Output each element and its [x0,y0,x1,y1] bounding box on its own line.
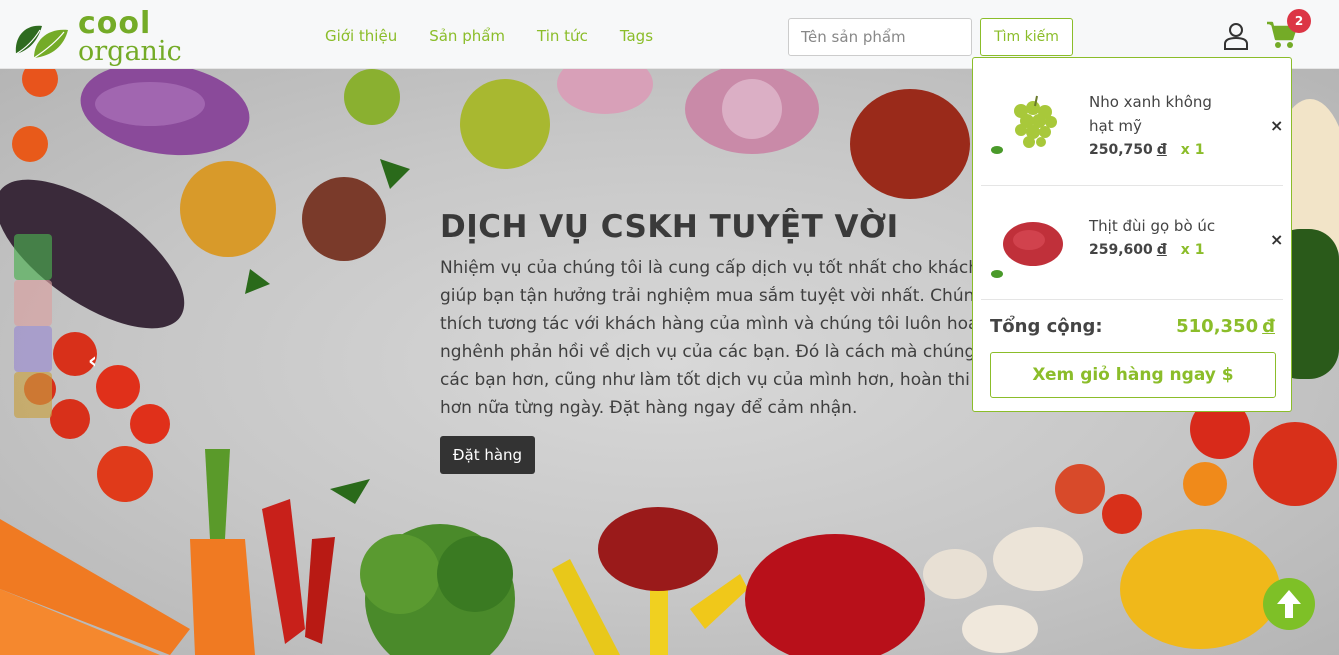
leaf-logo-icon [15,25,68,59]
cart-item-price: 250,750 đ x 1 [1089,142,1204,158]
cart-item-currency: đ [1156,142,1167,158]
order-button[interactable]: Đặt hàng [440,436,535,474]
cart-item-price-value: 250,750 [1089,142,1153,158]
cart-item-qty: x 1 [1180,242,1205,258]
side-icon-2[interactable] [14,280,52,326]
hero-description: Nhiệm vụ của chúng tôi là cung cấp dịch … [440,258,986,418]
side-icon-1[interactable] [14,234,52,280]
grapes-thumbnail [991,95,1057,154]
carousel-prev-arrow[interactable]: ‹ [88,349,97,374]
cart-item-currency: đ [1156,242,1167,258]
cart-item: Nho xanh không hạt mỹ 250,750 đ x 1 × [981,60,1283,186]
remove-item-button[interactable]: × [1270,116,1283,135]
cart-total-value: 510,350 đ [1176,316,1275,337]
cart-item-price: 259,600 đ x 1 [1089,242,1204,258]
nav-products[interactable]: Sản phẩm [429,27,505,45]
back-to-top-button[interactable] [1263,578,1315,630]
cart-item-price-value: 259,600 [1089,242,1153,258]
cart-item-name[interactable]: Nho xanh không hạt mỹ [1089,90,1239,138]
side-category-icons [14,234,52,418]
beef-thumbnail [991,222,1063,278]
side-icon-3[interactable] [14,326,52,372]
nav-about[interactable]: Giới thiệu [325,27,397,45]
cart-item: Thịt đùi gọ bò úc 259,600 đ x 1 × [981,186,1283,300]
logo-line1: cool [78,6,152,41]
logo-line2: organic [78,35,182,67]
nav-news[interactable]: Tin tức [537,27,588,45]
main-nav: Giới thiệu Sản phẩm Tin tức Tags [325,27,685,45]
remove-item-button[interactable]: × [1270,230,1283,249]
search-button[interactable]: Tìm kiếm [980,18,1073,56]
cart-item-qty: x 1 [1180,142,1205,158]
search-input[interactable] [788,18,972,56]
logo[interactable]: cool organic [12,6,187,67]
user-icon[interactable] [1222,22,1250,50]
nav-tags[interactable]: Tags [620,27,653,45]
cart-total-amount: 510,350 [1176,316,1259,337]
logo-text: cool organic [78,6,182,67]
hero-title: DỊCH VỤ CSKH TUYỆT VỜI [440,209,899,245]
side-icon-4[interactable] [14,372,52,418]
arrow-up-icon [1277,590,1301,618]
cart-count-badge: 2 [1287,9,1311,33]
cart-total-currency: đ [1262,316,1275,337]
view-cart-button[interactable]: Xem giỏ hàng ngay $ [990,352,1276,398]
cart-dropdown: Nho xanh không hạt mỹ 250,750 đ x 1 × Thịt… [972,57,1292,412]
cart-total-label: Tổng cộng: [990,316,1103,337]
cart-item-name[interactable]: Thịt đùi gọ bò úc [1089,214,1259,238]
